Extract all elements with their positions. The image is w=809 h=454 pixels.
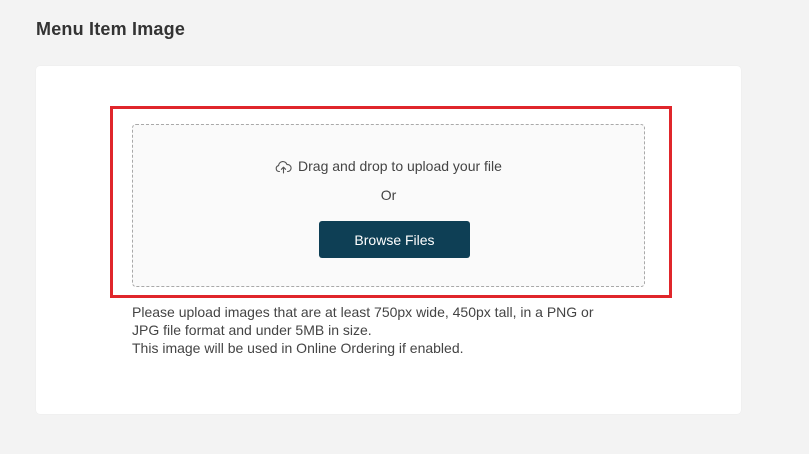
- help-line-usage: This image will be used in Online Orderi…: [132, 340, 464, 356]
- upload-help-text: Please upload images that are at least 7…: [132, 303, 652, 357]
- upload-dropzone[interactable]: Drag and drop to upload your file Or Bro…: [132, 124, 645, 287]
- or-separator: Or: [380, 187, 397, 203]
- cloud-upload-icon: [275, 160, 292, 177]
- help-line-format: JPG file format and under 5MB in size.: [132, 322, 372, 338]
- drag-drop-row: Drag and drop to upload your file: [133, 158, 644, 177]
- section-title: Menu Item Image: [36, 19, 186, 39]
- help-line-requirements: Please upload images that are at least 7…: [132, 304, 594, 320]
- browse-files-button[interactable]: Browse Files: [319, 221, 470, 258]
- drag-drop-text: Drag and drop to upload your file: [298, 158, 502, 174]
